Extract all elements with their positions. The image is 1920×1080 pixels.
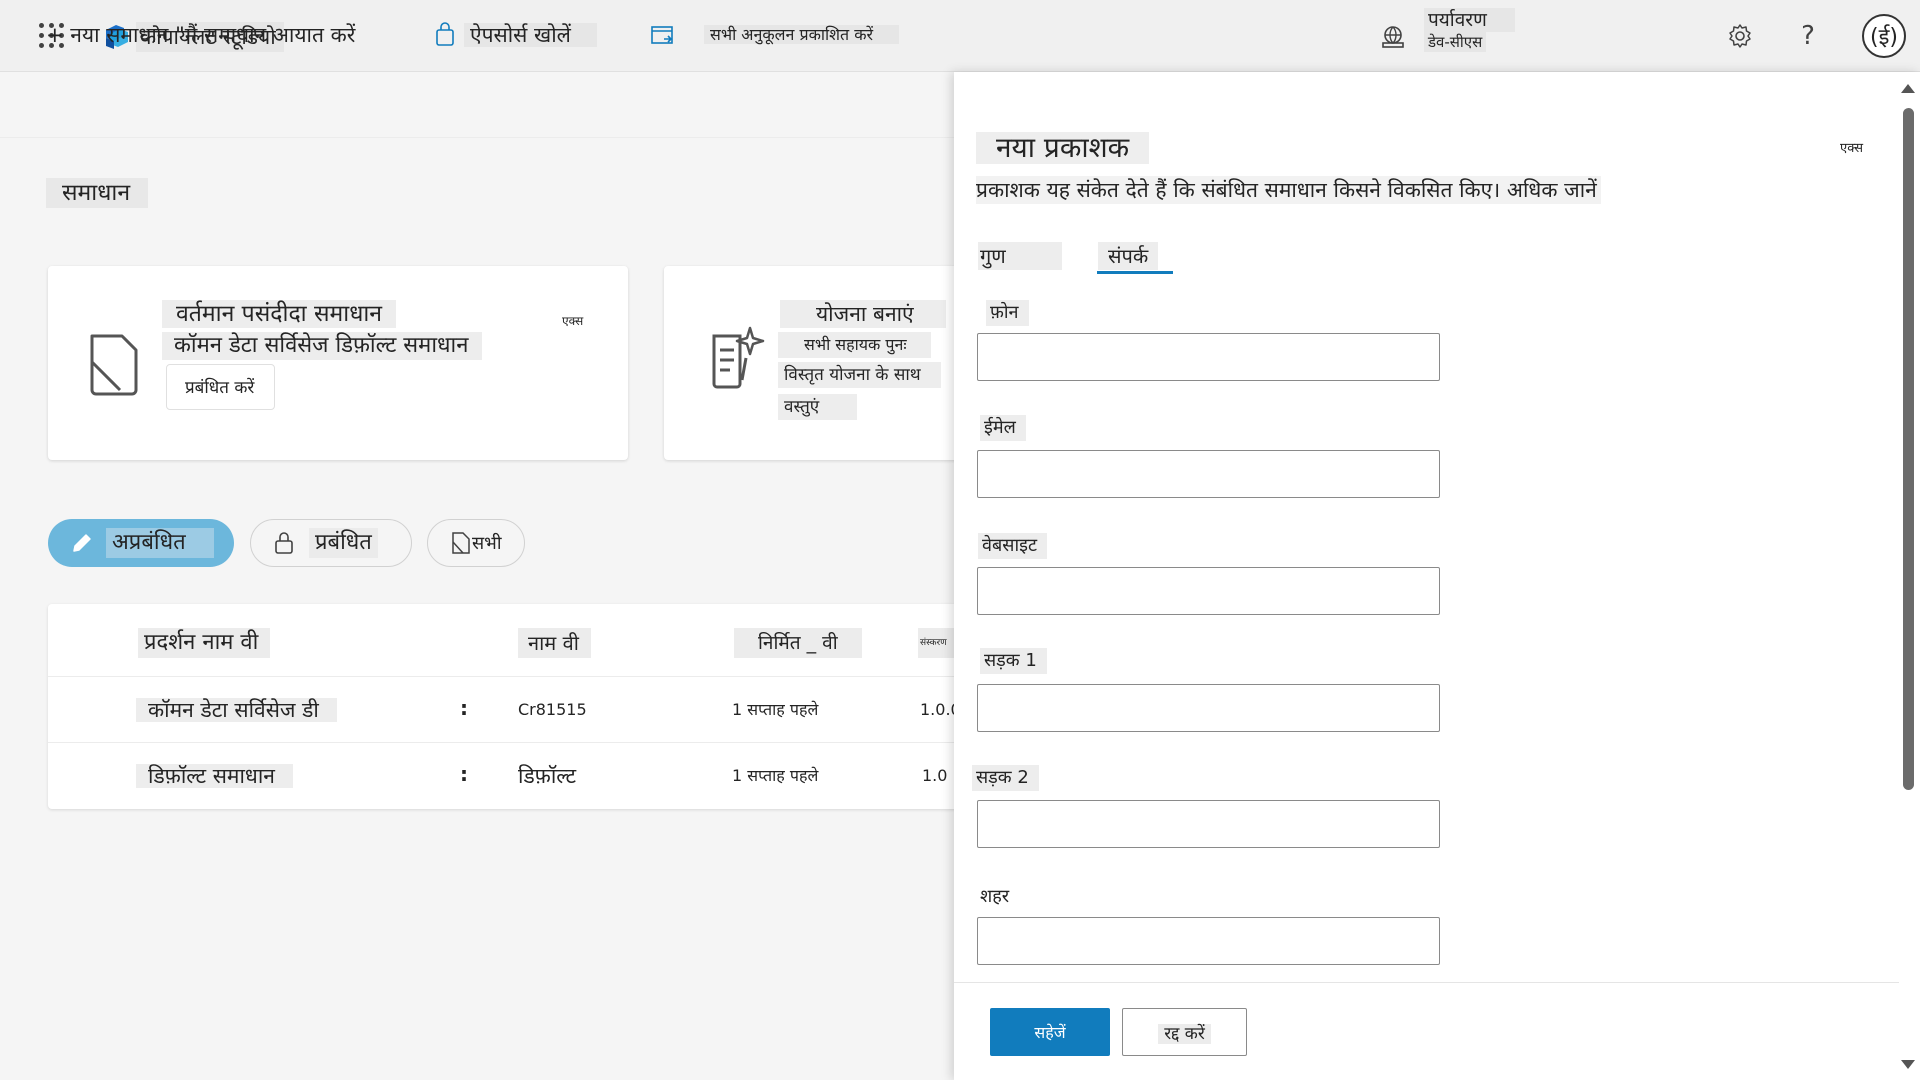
filter-unmanaged[interactable]: अप्रबंधित: [48, 519, 234, 567]
city-label: शहर: [980, 886, 1010, 907]
phone-label: फ़ोन: [986, 300, 1029, 326]
filter-managed[interactable]: प्रबंधित: [250, 519, 412, 567]
filter-all[interactable]: सभी: [427, 519, 525, 567]
plan-sparkle-icon: [712, 326, 765, 389]
street1-field[interactable]: [977, 684, 1440, 732]
column-header-name[interactable]: नाम वी: [518, 628, 591, 658]
preferred-solution-card: वर्तमान पसंदीदा समाधान एक्स कॉमन डेटा सर…: [48, 266, 628, 460]
environment-icon: [1382, 26, 1404, 48]
environment-value[interactable]: डेव-सीएस: [1424, 32, 1487, 52]
help-icon[interactable]: ?: [1790, 18, 1826, 54]
environment-label[interactable]: पर्यावरण: [1424, 8, 1515, 32]
email-field[interactable]: [977, 450, 1440, 498]
website-label: वेबसाइट: [978, 533, 1048, 559]
open-appsource-button[interactable]: ऐपसोर्स खोलें: [464, 20, 597, 50]
gear-icon: [1729, 24, 1751, 48]
row-created: 1 सप्ताह पहले: [732, 700, 819, 719]
command-bar: [0, 72, 960, 138]
row-name: Cr81515: [518, 700, 587, 719]
panel-title: नया प्रकाशक: [976, 132, 1150, 164]
cancel-button[interactable]: रद्द करें: [1122, 1008, 1247, 1056]
panel-description: प्रकाशक यह संकेत देते हैं कि संबंधित समा…: [976, 176, 1601, 204]
email-label: ईमेल: [980, 415, 1026, 441]
open-appsource-label: ऐपसोर्स खोलें: [464, 23, 597, 47]
column-header-display-name[interactable]: प्रदर्शन नाम वी: [138, 628, 271, 658]
scrollbar-thumb[interactable]: [1903, 108, 1914, 790]
row-name: डिफ़ॉल्ट: [518, 764, 577, 788]
row-divider: [48, 742, 960, 743]
street2-field[interactable]: [977, 800, 1440, 848]
create-plan-desc-line1: सभी सहायक पुनः: [778, 332, 931, 358]
city-field[interactable]: [977, 917, 1440, 965]
publish-all-label: सभी अनुकूलन प्रकाशित करें: [704, 25, 900, 44]
street2-label: सड़क 2: [972, 765, 1039, 791]
appsource-bag-icon: [436, 22, 454, 46]
website-field[interactable]: [977, 567, 1440, 615]
preferred-solution-name: कॉमन डेटा सर्विसेज डिफ़ॉल्ट समाधान: [162, 332, 483, 360]
filter-managed-label: प्रबंधित: [309, 528, 378, 558]
publish-icon: [651, 26, 673, 44]
new-solution-button[interactable]: + नया समाधान "मैं समाधान आयात करें: [46, 20, 355, 50]
lock-icon: [275, 532, 293, 554]
cancel-label: रद्द करें: [1158, 1023, 1211, 1044]
create-plan-card[interactable]: योजना बनाएं सभी सहायक पुनः विस्तृत योजना…: [664, 266, 964, 460]
tab-contact[interactable]: संपर्क: [1098, 242, 1159, 270]
column-header-created[interactable]: निर्मित _ वी: [734, 628, 862, 658]
panel-close-button[interactable]: एक्स: [1840, 138, 1863, 156]
create-plan-desc-line3: वस्तुएं: [778, 394, 858, 420]
preferred-solution-title: वर्तमान पसंदीदा समाधान: [162, 300, 397, 328]
create-plan-title: योजना बनाएं: [780, 300, 946, 328]
row-more-button[interactable]: :: [460, 762, 468, 786]
avatar[interactable]: (ई): [1862, 14, 1906, 58]
active-tab-indicator: [1097, 271, 1173, 274]
settings-button[interactable]: [1722, 18, 1758, 54]
create-plan-desc-line2: विस्तृत योजना के साथ: [778, 362, 941, 388]
row-more-button[interactable]: :: [460, 696, 468, 720]
all-doc-icon: [452, 532, 470, 554]
preferred-solution-close[interactable]: एक्स: [562, 312, 583, 329]
column-header-version[interactable]: संस्करण: [918, 628, 958, 658]
page-title: समाधान: [46, 178, 149, 208]
save-button[interactable]: सहेजें: [990, 1008, 1110, 1056]
row-display-name[interactable]: डिफ़ॉल्ट समाधान: [136, 764, 293, 788]
row-display-name[interactable]: कॉमन डेटा सर्विसेज डी: [136, 698, 337, 722]
tab-properties[interactable]: गुण: [978, 242, 1062, 270]
publish-all-button[interactable]: सभी अनुकूलन प्रकाशित करें: [704, 20, 900, 50]
filter-all-label: सभी: [472, 533, 502, 554]
street1-label: सड़क 1: [980, 648, 1047, 674]
scroll-down-arrow[interactable]: [1901, 1060, 1915, 1069]
scroll-up-arrow[interactable]: [1901, 84, 1915, 93]
pencil-icon: [73, 534, 91, 552]
filter-unmanaged-label: अप्रबंधित: [106, 528, 214, 558]
row-version: 1.0: [922, 766, 948, 785]
new-solution-label: + नया समाधान "मैं समाधान आयात करें: [46, 23, 356, 47]
solution-doc-icon: [90, 334, 138, 396]
panel-footer-divider: [954, 982, 1899, 983]
phone-field[interactable]: [977, 333, 1440, 381]
row-divider: [48, 676, 960, 677]
save-label: सहेजें: [1034, 1023, 1066, 1042]
row-created: 1 सप्ताह पहले: [732, 766, 819, 785]
manage-button[interactable]: प्रबंधित करें: [166, 364, 276, 410]
